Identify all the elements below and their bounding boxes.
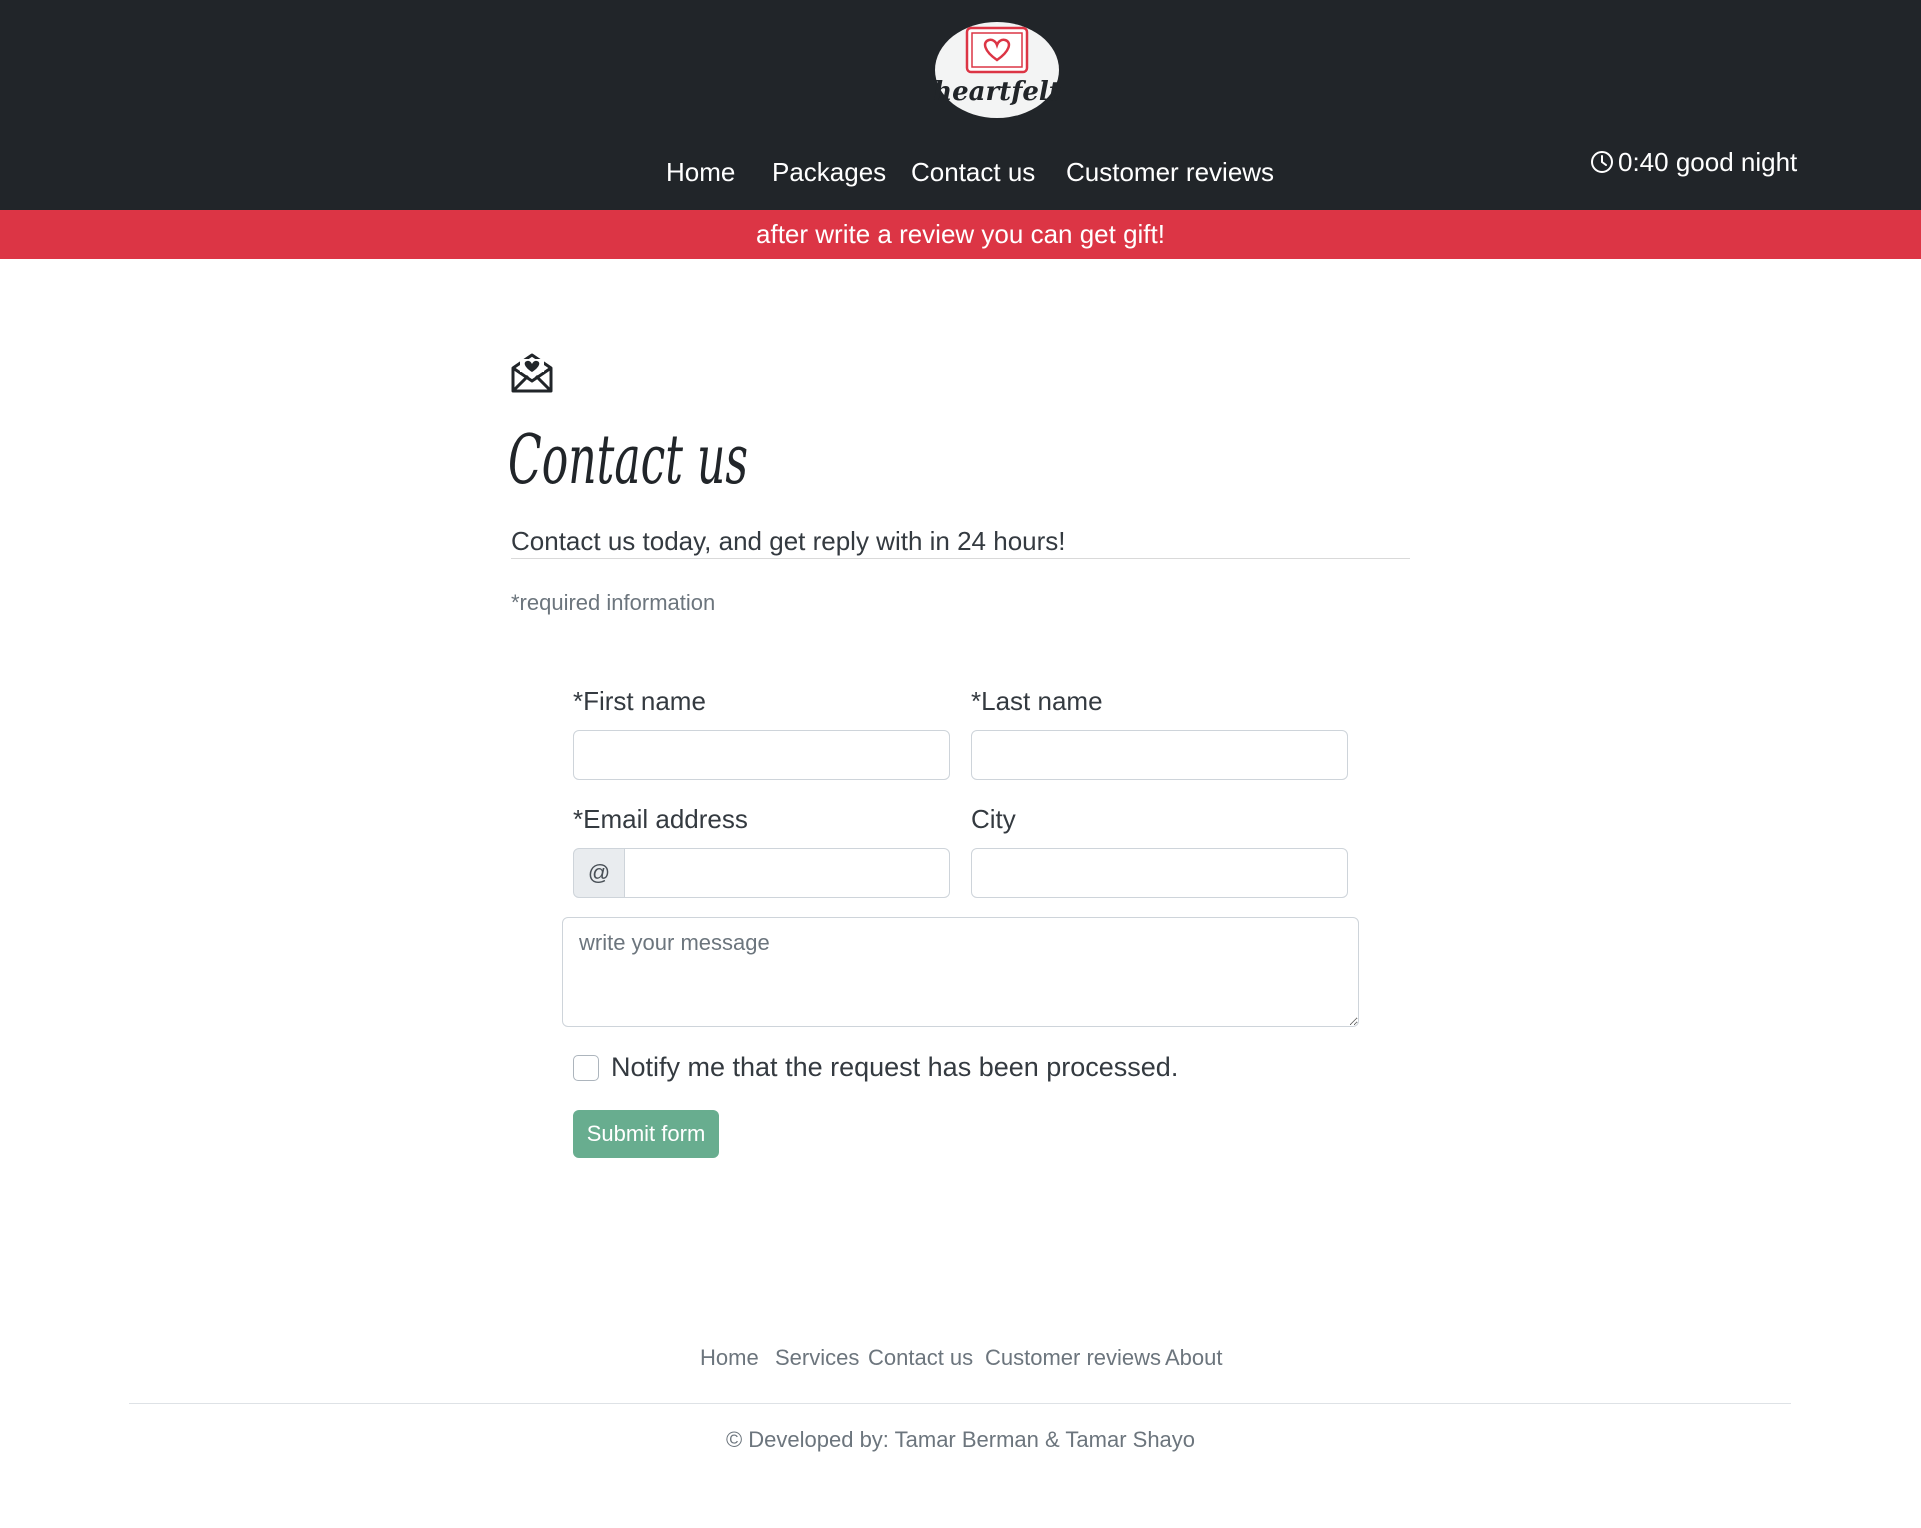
promo-banner: after write a review you can get gift! xyxy=(0,210,1921,259)
logo-text: heartfelt xyxy=(933,77,1061,107)
promo-text: after write a review you can get gift! xyxy=(756,219,1165,249)
nav-customer-reviews[interactable]: Customer reviews xyxy=(1066,152,1274,192)
section-divider xyxy=(511,558,1410,559)
footer-nav: Home Services Contact us Customer review… xyxy=(0,1345,1921,1375)
nav-home[interactable]: Home xyxy=(666,152,735,192)
last-name-label: *Last name xyxy=(971,686,1103,716)
first-name-input[interactable] xyxy=(573,730,950,780)
email-label: *Email address xyxy=(573,804,748,834)
last-name-input[interactable] xyxy=(971,730,1348,780)
contact-us-script-title: Contact us xyxy=(508,421,748,500)
email-at-addon: @ xyxy=(573,848,625,898)
svg-text:Contact us: Contact us xyxy=(508,421,748,500)
message-textarea[interactable] xyxy=(562,917,1359,1027)
clock-greeting: 0:40 good night xyxy=(1590,144,1797,180)
footer-link-services[interactable]: Services xyxy=(775,1345,859,1371)
notify-checkbox[interactable] xyxy=(573,1055,599,1081)
footer-link-home[interactable]: Home xyxy=(700,1345,759,1371)
site-header: heartfelt Home Packages Contact us Custo… xyxy=(0,0,1921,210)
envelope-heart-icon xyxy=(511,353,553,393)
submit-form-button[interactable]: Submit form xyxy=(573,1110,719,1158)
footer-divider xyxy=(129,1403,1791,1404)
first-name-label: *First name xyxy=(573,686,706,716)
contact-subheading: Contact us today, and get reply with in … xyxy=(511,526,1066,556)
nav-contact-us[interactable]: Contact us xyxy=(911,152,1035,192)
city-label: City xyxy=(971,804,1016,834)
copyright-text: © Developed by: Tamar Berman & Tamar Sha… xyxy=(725,1427,1196,1452)
notify-checkbox-label[interactable]: Notify me that the request has been proc… xyxy=(611,1052,1178,1083)
required-note: *required information xyxy=(511,590,716,615)
heartfelt-logo[interactable]: heartfelt xyxy=(932,18,1062,120)
footer-link-customer-reviews[interactable]: Customer reviews xyxy=(985,1345,1161,1371)
email-input[interactable] xyxy=(625,848,950,898)
clock-text: 0:40 good night xyxy=(1618,146,1798,177)
footer-link-contact-us[interactable]: Contact us xyxy=(868,1345,973,1371)
city-input[interactable] xyxy=(971,848,1348,898)
nav-packages[interactable]: Packages xyxy=(772,152,886,192)
clock-icon xyxy=(1591,151,1613,173)
footer-link-about[interactable]: About xyxy=(1165,1345,1223,1371)
